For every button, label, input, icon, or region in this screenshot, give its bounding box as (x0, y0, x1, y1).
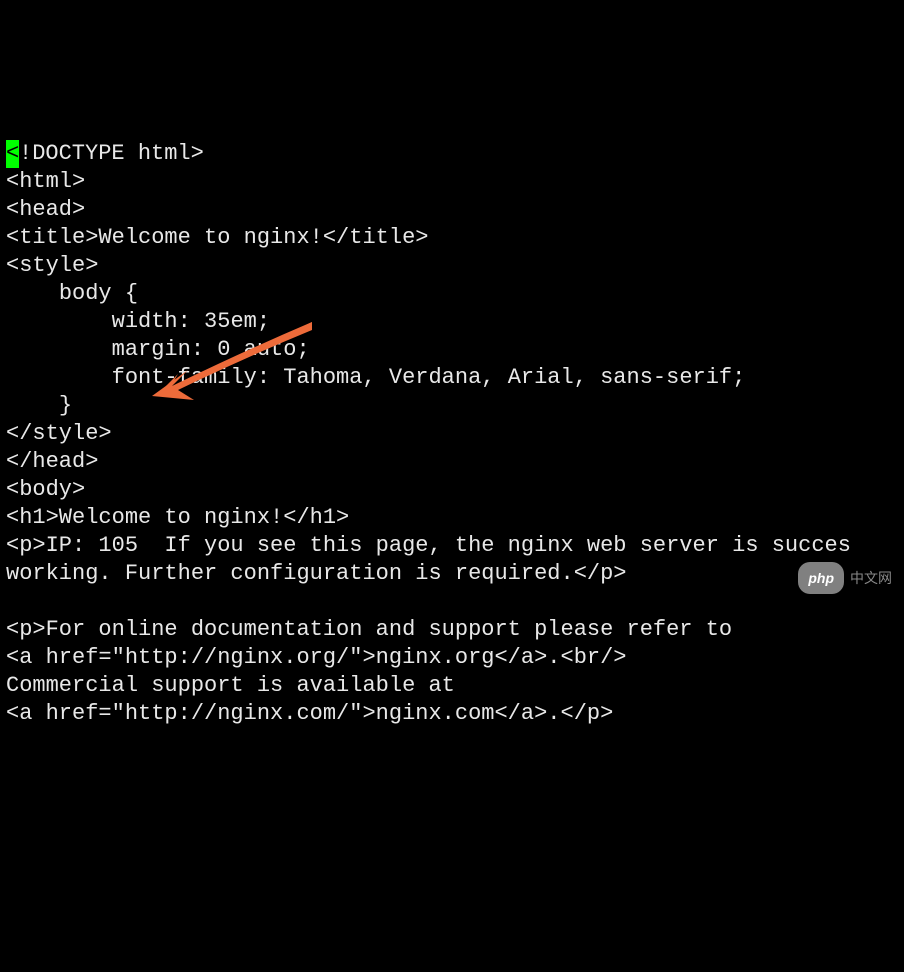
code-line-11: </head> (6, 449, 98, 474)
code-line-20: <a href="http://nginx.com/">nginx.com</a… (6, 701, 613, 726)
watermark-badge: php (798, 562, 844, 594)
code-line-19: Commercial support is available at (6, 673, 455, 698)
terminal-output: <!DOCTYPE html> <html> <head> <title>Wel… (0, 112, 904, 720)
code-line-1: <html> (6, 169, 85, 194)
code-line-9: } (6, 393, 72, 418)
code-line-17: <p>For online documentation and support … (6, 617, 732, 642)
code-line-2: <head> (6, 197, 85, 222)
code-line-8: font-family: Tahoma, Verdana, Arial, san… (6, 365, 745, 390)
code-line-15: working. Further configuration is requir… (6, 561, 627, 586)
code-line-3: <title>Welcome to nginx!</title> (6, 225, 428, 250)
code-line-4: <style> (6, 253, 98, 278)
watermark-text: 中文网 (850, 564, 892, 592)
watermark: php 中文网 (798, 562, 892, 594)
code-line-10: </style> (6, 421, 112, 446)
code-line-5: body { (6, 281, 138, 306)
code-line-6: width: 35em; (6, 309, 270, 334)
code-line-13: <h1>Welcome to nginx!</h1> (6, 505, 349, 530)
code-line-18: <a href="http://nginx.org/">nginx.org</a… (6, 645, 627, 670)
code-line-12: <body> (6, 477, 85, 502)
code-line-7: margin: 0 auto; (6, 337, 310, 362)
code-line-14: <p>IP: 105 If you see this page, the ngi… (6, 533, 851, 558)
code-line-0-rest: !DOCTYPE html> (19, 141, 204, 166)
cursor: < (6, 140, 19, 168)
